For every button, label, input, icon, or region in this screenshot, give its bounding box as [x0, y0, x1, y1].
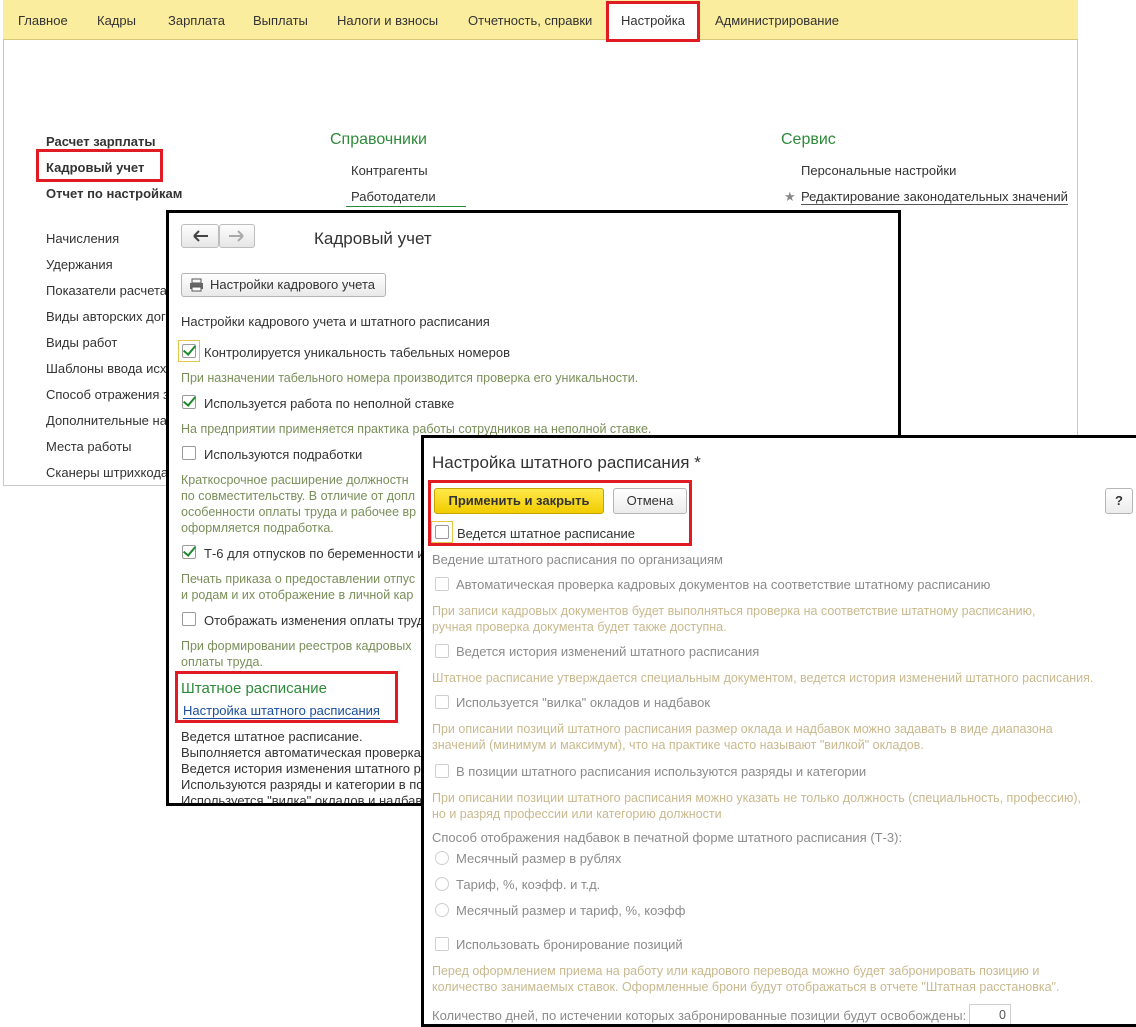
part-time-hint: На предприятии применяется практика рабо… — [181, 422, 652, 436]
link-personal-settings[interactable]: Персональные настройки — [801, 163, 956, 178]
pay-changes-hint-2: оплаты труда. — [181, 655, 263, 669]
t6-maternity-label[interactable]: Т-6 для отпусков по беременности и — [204, 546, 425, 561]
help-button[interactable]: ? — [1105, 488, 1133, 514]
side-jobs-hint-4: оформляется подработка. — [181, 521, 334, 535]
link-settings-report[interactable]: Отчет по настройкам — [46, 186, 182, 201]
staffing-status-1: Ведется штатное расписание. — [181, 729, 363, 744]
salary-fork-checkbox[interactable] — [435, 695, 449, 709]
staffing-status-4: Используются разряды и категории в по — [181, 777, 424, 792]
pay-changes-hint-1: При формировании реестров кадровых — [181, 639, 412, 653]
grades-label[interactable]: В позиции штатного расписания используют… — [456, 764, 866, 779]
salary-fork-label[interactable]: Используется "вилка" окладов и надбавок — [456, 695, 710, 710]
side-jobs-hint-2: по совместительству. В отличие от допл — [181, 489, 416, 503]
service-heading: Сервис — [781, 131, 836, 148]
link-additional[interactable]: Дополнительные на — [46, 413, 167, 428]
hr-settings-button-label: Настройки кадрового учета — [210, 277, 376, 292]
menu-item-payments[interactable]: Выплаты — [253, 0, 308, 40]
menu-item-personnel[interactable]: Кадры — [97, 0, 136, 40]
link-reflection-method[interactable]: Способ отражения з — [46, 387, 169, 402]
side-jobs-hint-3: особенности оплаты труда и рабочее вр — [181, 505, 417, 519]
booking-checkbox[interactable] — [435, 937, 449, 951]
link-counterparties[interactable]: Контрагенты — [351, 163, 428, 178]
menu-item-settings[interactable]: Настройка — [606, 1, 700, 42]
menu-item-salary[interactable]: Зарплата — [168, 0, 225, 40]
link-author-contracts[interactable]: Виды авторских дог — [46, 309, 166, 324]
link-legislative-values[interactable]: Редактирование законодательных значений — [801, 189, 1068, 205]
pay-changes-checkbox[interactable] — [182, 612, 196, 626]
staffing-window-title: Настройка штатного расписания * — [432, 453, 701, 472]
link-accruals[interactable]: Начисления — [46, 231, 119, 246]
staffing-settings-window: Настройка штатного расписания * Применит… — [421, 435, 1136, 1027]
unique-numbers-label[interactable]: Контролируется уникальность табельных но… — [204, 345, 510, 360]
radio-monthly-rub[interactable] — [435, 851, 449, 865]
printer-icon — [190, 278, 203, 292]
salary-fork-hint-2: значений (минимум и максимум), что на пр… — [432, 738, 924, 752]
employers-focus-line — [346, 206, 466, 207]
part-time-checkbox[interactable] — [182, 395, 196, 409]
org-staffing-label: Ведение штатного расписания по организац… — [432, 552, 723, 567]
star-icon[interactable]: ★ — [784, 189, 796, 205]
side-jobs-label[interactable]: Используются подработки — [204, 447, 362, 462]
radio-tariff[interactable] — [435, 877, 449, 891]
auto-check-hint-2: ручная проверка документа будет также до… — [432, 620, 727, 634]
menu-item-main[interactable]: Главное — [18, 0, 68, 40]
menu-item-taxes[interactable]: Налоги и взносы — [337, 0, 438, 40]
auto-check-checkbox[interactable] — [435, 577, 449, 591]
hr-window-title: Кадровый учет — [314, 229, 432, 248]
grades-hint-2: но и разряд профессии или категорию долж… — [432, 807, 722, 821]
link-calc-indicators[interactable]: Показатели расчета — [46, 283, 167, 298]
staffing-status-5: Используется "вилка" окладов и надбав — [181, 793, 423, 806]
history-checkbox[interactable] — [435, 644, 449, 658]
radio-monthly-tariff-label[interactable]: Месячный размер и тариф, %, коэфф — [456, 903, 685, 918]
pay-changes-label[interactable]: Отображать изменения оплаты труда — [204, 613, 432, 628]
booking-days-label: Количество дней, по истечении которых за… — [432, 1008, 967, 1023]
link-deductions[interactable]: Удержания — [46, 257, 113, 272]
grades-checkbox[interactable] — [435, 764, 449, 778]
arrow-left-icon — [193, 230, 208, 242]
link-payroll-calc[interactable]: Расчет зарплаты — [46, 134, 155, 149]
salary-fork-hint-1: При описании позиций штатного расписания… — [432, 722, 1053, 736]
part-time-label[interactable]: Используется работа по неполной ставке — [204, 396, 454, 411]
link-barcode-scanners[interactable]: Сканеры штрихкода — [46, 465, 168, 480]
back-button[interactable] — [181, 224, 219, 248]
menu-item-reports[interactable]: Отчетность, справки — [468, 0, 592, 40]
booking-hint-2: количество занимаемых ставок. Оформленны… — [432, 980, 1060, 994]
references-heading: Справочники — [330, 131, 427, 148]
radio-monthly-tariff[interactable] — [435, 903, 449, 917]
t6-maternity-hint-1: Печать приказа о предоставлении отпус — [181, 572, 416, 586]
forward-button[interactable] — [219, 224, 255, 248]
unique-numbers-checkbox[interactable] — [182, 344, 196, 358]
link-work-types[interactable]: Виды работ — [46, 335, 117, 350]
hr-settings-button[interactable]: Настройки кадрового учета — [181, 273, 387, 297]
radio-monthly-rub-label[interactable]: Месячный размер в рублях — [456, 851, 621, 866]
staffing-status-2: Выполняется автоматическая проверка — [181, 745, 421, 760]
booking-days-input[interactable]: 0 — [969, 1004, 1011, 1024]
history-hint: Штатное расписание утверждается специаль… — [432, 671, 1094, 685]
radio-tariff-label[interactable]: Тариф, %, коэфф. и т.д. — [456, 877, 600, 892]
arrow-right-icon — [229, 230, 244, 242]
link-workplaces[interactable]: Места работы — [46, 439, 132, 454]
grades-hint-1: При описании позиции штатного расписания… — [432, 791, 1081, 805]
hr-section-label: Настройки кадрового учета и штатного рас… — [181, 314, 490, 329]
highlight-hr-accounting — [36, 149, 163, 182]
auto-check-label[interactable]: Автоматическая проверка кадровых докумен… — [456, 577, 990, 592]
highlight-staffing — [175, 671, 398, 723]
t6-maternity-checkbox[interactable] — [182, 545, 196, 559]
link-employers[interactable]: Работодатели — [351, 189, 436, 204]
history-label[interactable]: Ведется история изменений штатного распи… — [456, 644, 759, 659]
side-jobs-checkbox[interactable] — [182, 446, 196, 460]
t6-maternity-hint-2: и родам и их отображение в личной кар — [181, 588, 414, 602]
display-method-label: Способ отображения надбавок в печатной ф… — [432, 830, 903, 845]
booking-label[interactable]: Использовать бронирование позиций — [456, 937, 683, 952]
auto-check-hint-1: При записи кадровых документов будет вып… — [432, 604, 1036, 618]
side-jobs-hint-1: Краткосрочное расширение должностн — [181, 473, 409, 487]
top-menu: Главное Кадры Зарплата Выплаты Налоги и … — [3, 0, 1078, 42]
unique-numbers-hint: При назначении табельного номера произво… — [181, 371, 639, 385]
link-input-templates[interactable]: Шаблоны ввода исх — [46, 361, 166, 376]
menu-item-administration[interactable]: Администрирование — [715, 0, 839, 40]
booking-hint-1: Перед оформлением приема на работу или к… — [432, 964, 1040, 978]
staffing-status-3: Ведется история изменения штатного рас — [181, 761, 435, 776]
highlight-apply-area — [428, 480, 692, 546]
